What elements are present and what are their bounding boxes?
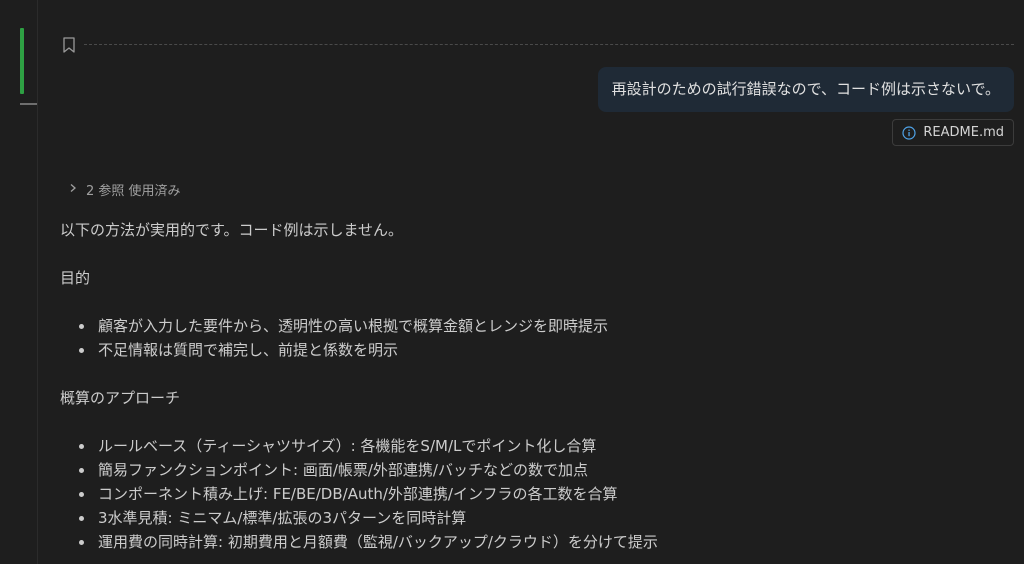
list-item: 不足情報は質問で補完し、前提と係数を明示 [79, 338, 1000, 362]
references-label: 2 参照 使用済み [86, 184, 181, 199]
list-item: ルールベース（ティーシャツサイズ）: 各機能をS/M/Lでポイント化し合算 [79, 434, 1000, 458]
change-indicator [20, 28, 24, 94]
bullet-list: ルールベース（ティーシャツサイズ）: 各機能をS/M/Lでポイント化し合算 簡易… [60, 434, 1000, 554]
chat-panel: 再設計のための試行錯誤なので、コード例は示さないで。 README.md 2 参… [38, 0, 1024, 564]
bookmark-icon[interactable] [62, 37, 76, 53]
turn-divider [84, 44, 1014, 45]
references-toggle[interactable]: 2 参照 使用済み [68, 180, 181, 199]
list-item: 3水準見積: ミニマム/標準/拡張の3パターンを同時計算 [79, 506, 1000, 530]
user-message: 再設計のための試行錯誤なので、コード例は示さないで。 [597, 67, 1014, 112]
list-item: 顧客が入力した要件から、透明性の高い根拠で概算金額とレンジを即時提示 [79, 314, 1000, 338]
scroll-marker [20, 103, 37, 105]
list-item: コンポーネント積み上げ: FE/BE/DB/Auth/外部連携/インフラの各工数… [79, 482, 1000, 506]
assistant-response: 以下の方法が実用的です。コード例は示しません。 目的 顧客が入力した要件から、透… [60, 218, 1000, 554]
attachment-chip[interactable]: README.md [892, 119, 1014, 146]
response-intro: 以下の方法が実用的です。コード例は示しません。 [60, 221, 404, 239]
list-item: 簡易ファンクションポイント: 画面/帳票/外部連携/バッチなどの数で加点 [79, 458, 1000, 482]
bullet-list: 顧客が入力した要件から、透明性の高い根拠で概算金額とレンジを即時提示 不足情報は… [60, 314, 1000, 362]
section-heading: 概算のアプローチ [60, 389, 181, 407]
editor-gutter [0, 0, 38, 564]
section-heading: 目的 [60, 269, 91, 287]
chevron-right-icon [68, 182, 78, 197]
info-icon [902, 125, 916, 140]
attachment-label: README.md [923, 125, 1004, 140]
list-item: 運用費の同時計算: 初期費用と月額費（監視/バックアップ/クラウド）を分けて提示 [79, 530, 1000, 554]
